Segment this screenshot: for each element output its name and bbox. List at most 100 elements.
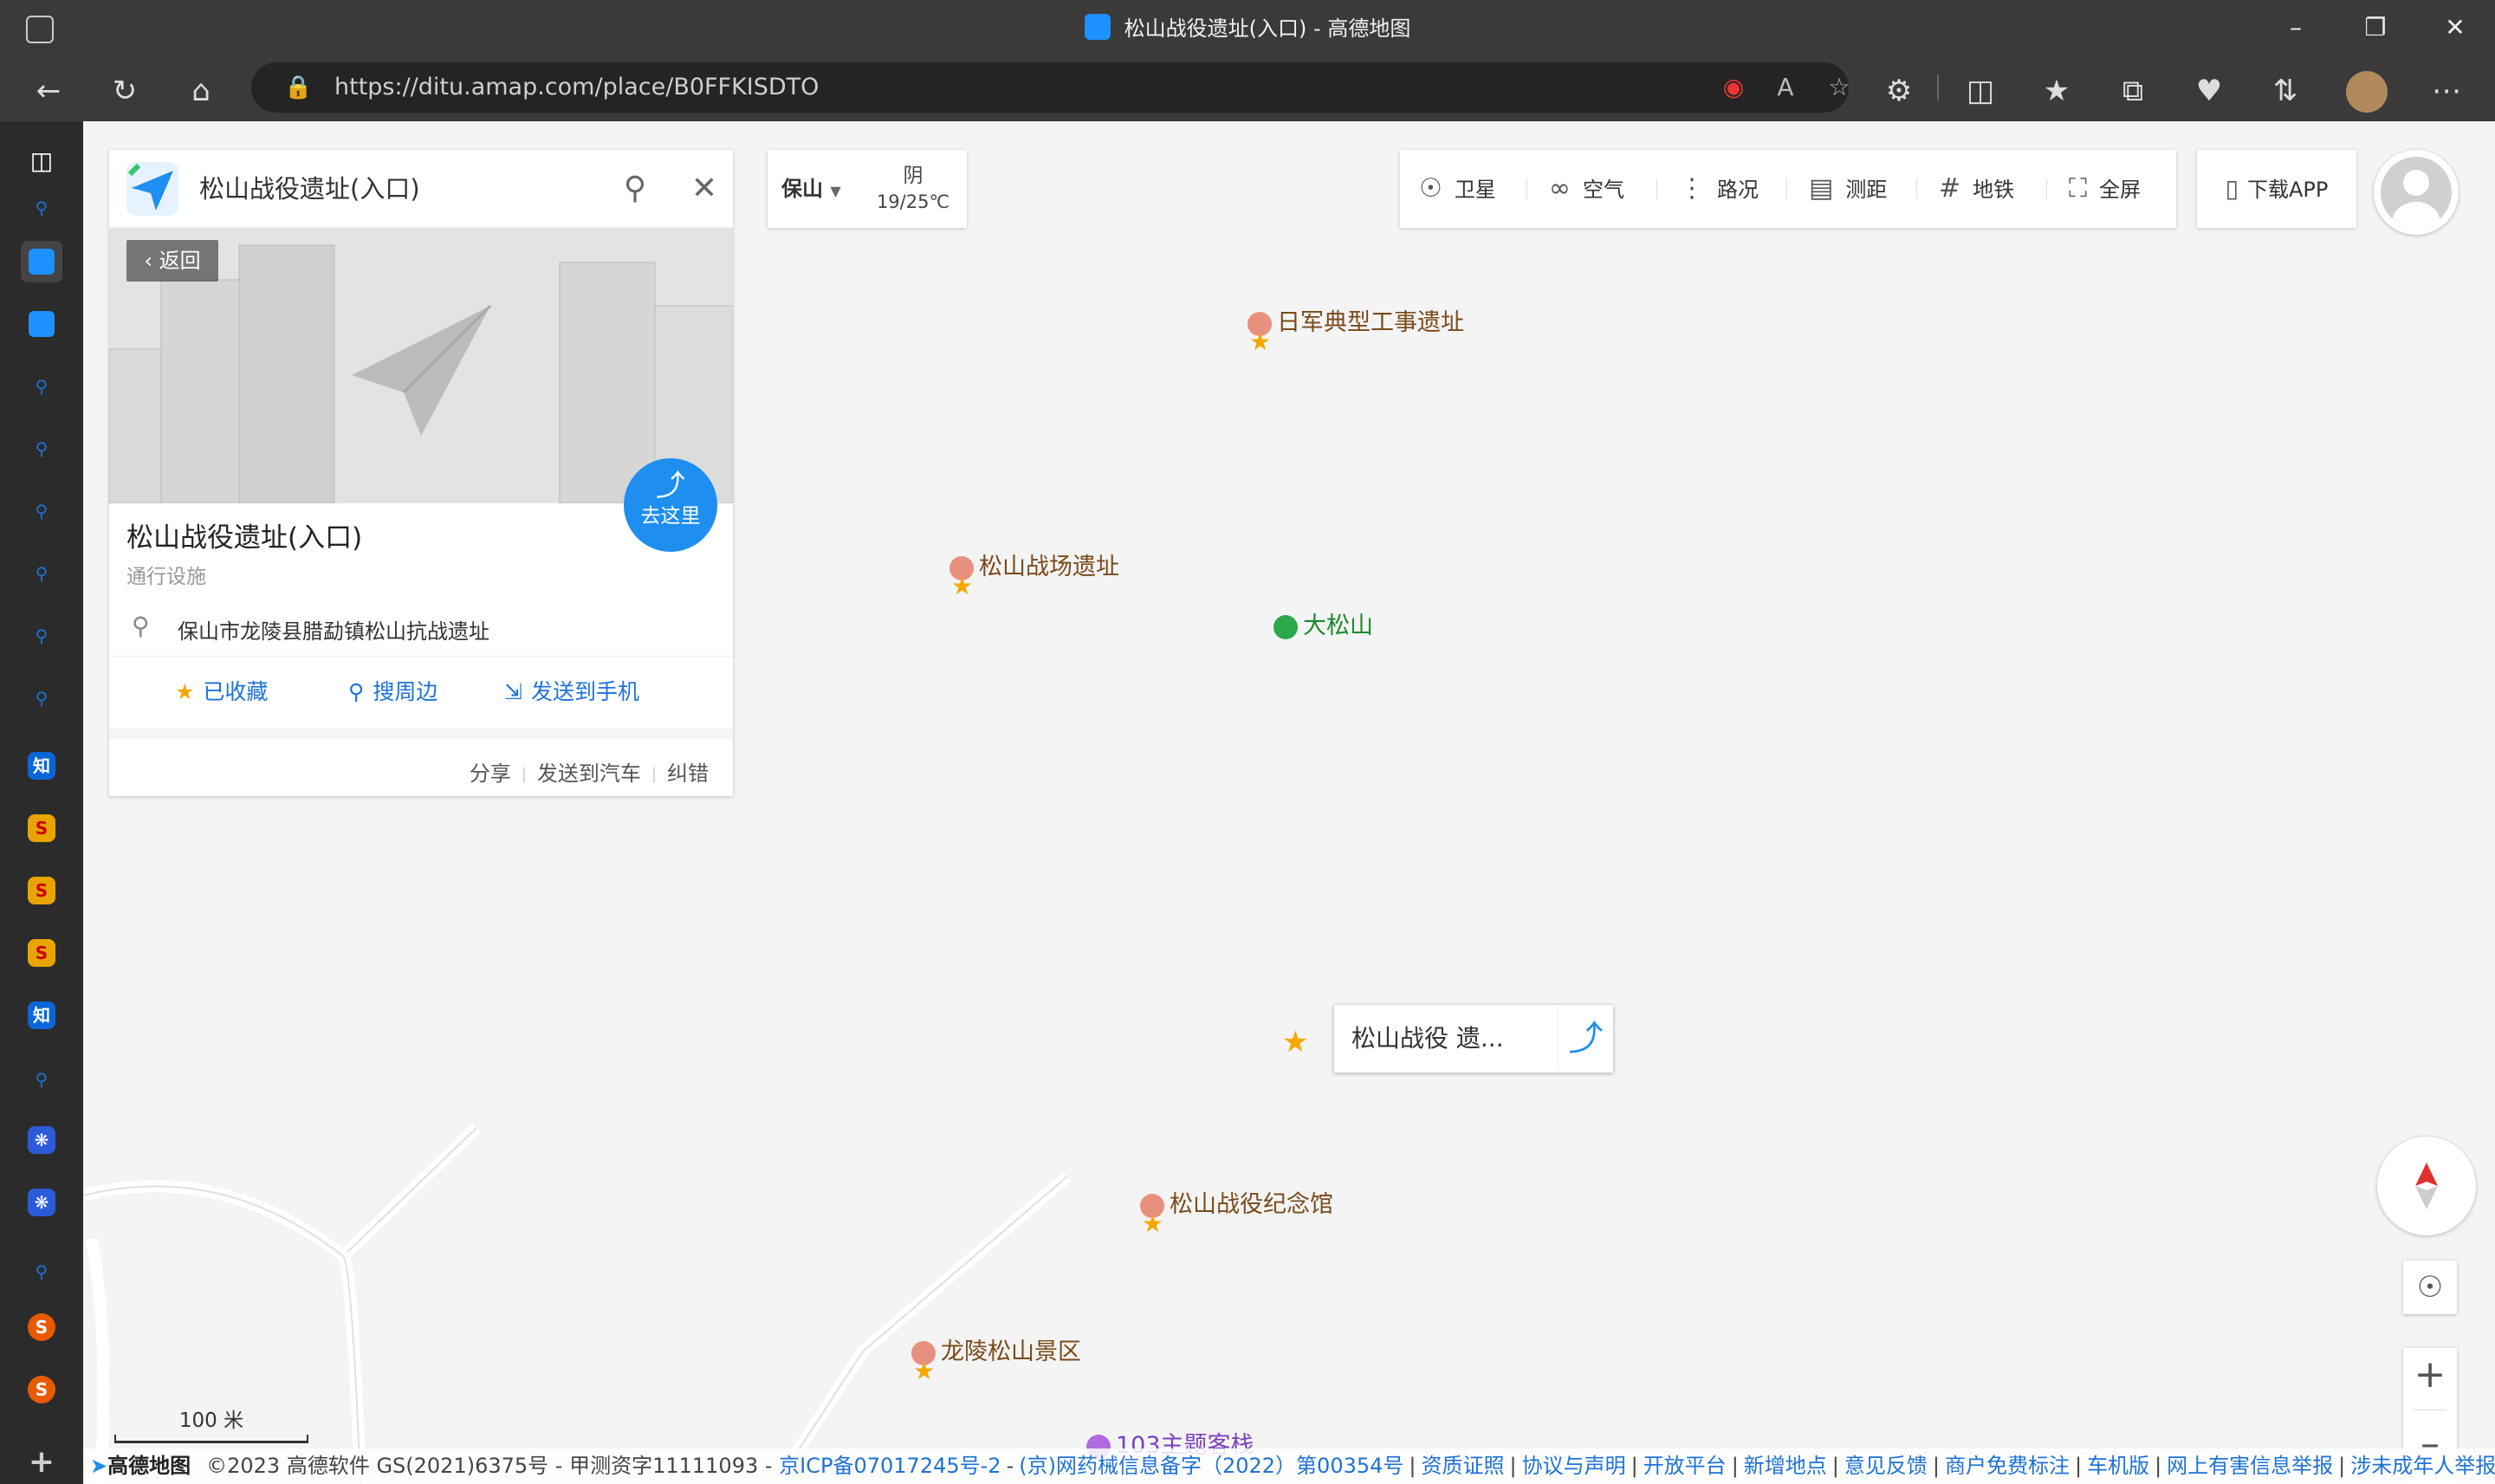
split-screen-icon[interactable]: ◫ — [1956, 68, 2005, 116]
url-text[interactable]: https://ditu.amap.com/place/B0FFKISDTO — [334, 62, 819, 113]
search-icon[interactable]: ⚲ — [33, 502, 50, 520]
subway-button[interactable]: # 地铁 — [1939, 150, 2014, 228]
extensions-icon[interactable]: ⚙ — [1875, 68, 1923, 116]
correct-error-link[interactable]: 纠错 — [667, 761, 709, 786]
weather-widget[interactable]: 保山 ▼ 阴 19/25℃ — [768, 150, 967, 228]
back-arrow-icon[interactable]: ← — [24, 68, 73, 116]
popup-label[interactable]: 松山战役 遗... — [1351, 1005, 1504, 1072]
satellite-button[interactable]: ☉ 卫星 — [1419, 150, 1496, 228]
route-arrow-icon[interactable]: ⤴ — [1558, 1005, 1613, 1072]
fullscreen-label: 全屏 — [2099, 178, 2141, 202]
search-icon[interactable]: ⚲ — [33, 565, 50, 582]
amap-logo-icon[interactable] — [126, 162, 178, 216]
poi-longling-songshan-scenic[interactable]: ★ 龙陵松山景区 — [911, 1332, 1081, 1385]
address-bar[interactable]: 🔒 https://ditu.amap.com/place/B0FFKISDTO… — [251, 62, 1850, 113]
home-icon[interactable]: ⌂ — [177, 68, 225, 116]
baidu-paw-icon[interactable]: ❋ — [28, 1126, 55, 1154]
read-aloud-icon[interactable]: A — [1767, 69, 1804, 106]
traffic-button[interactable]: ⋮ 路况 — [1679, 150, 1759, 228]
favorited-button[interactable]: ★ 已收藏 — [175, 675, 268, 706]
scenic-pin-icon: ★ — [1248, 311, 1272, 356]
sogou-s-icon[interactable]: S — [28, 877, 55, 904]
footer-link-feedback[interactable]: 意见反馈 — [1844, 1454, 1928, 1478]
compass-control[interactable] — [2377, 1137, 2476, 1235]
footer-link-car-version[interactable]: 车机版 — [2087, 1454, 2149, 1478]
sidebar-panel-icon[interactable]: ◫ — [21, 140, 62, 182]
amap-tab-icon[interactable] — [21, 241, 62, 282]
minimize-icon[interactable]: – — [2256, 0, 2336, 59]
footer-logo[interactable]: ➤高德地图 — [90, 1448, 191, 1484]
poi-japanese-fortification[interactable]: ★ 日军典型工事遗址 — [1248, 303, 1464, 356]
baidu-paw-icon[interactable]: ❋ — [28, 1189, 55, 1216]
go-here-label: 去这里 — [640, 505, 701, 528]
subway-label: 地铁 — [1973, 178, 2015, 202]
more-menu-icon[interactable]: ⋯ — [2422, 68, 2471, 116]
user-avatar[interactable] — [2374, 150, 2459, 235]
add-icon[interactable]: + — [21, 1442, 62, 1483]
selected-poi-star-icon[interactable]: ★ — [1282, 1025, 1308, 1060]
download-app-button[interactable]: ▯ 下载APP — [2197, 150, 2356, 228]
search-icon[interactable]: ⚲ — [33, 627, 50, 645]
profile-avatar[interactable] — [2346, 71, 2388, 113]
clear-icon[interactable]: ✕ — [684, 169, 724, 209]
footer-link-icp[interactable]: 京ICP备07017245号-2 — [779, 1454, 1001, 1478]
locate-me-button[interactable]: ☉ — [2403, 1260, 2457, 1314]
sogou-circle-icon[interactable]: S — [28, 1376, 55, 1403]
footer-link-agreement[interactable]: 协议与声明 — [1522, 1454, 1626, 1478]
footer-link-qualification[interactable]: 资质证照 — [1422, 1454, 1505, 1478]
footer-link-open-platform[interactable]: 开放平台 — [1643, 1454, 1727, 1478]
footer-link-minor-report[interactable]: 涉未成年人举报 — [2350, 1454, 2495, 1478]
poi-dasongshan[interactable]: 大松山 — [1273, 606, 1373, 640]
restore-icon[interactable]: ❐ — [2336, 0, 2415, 59]
search-icon[interactable]: ⚲ — [33, 440, 50, 457]
title-bar: 松山战役遗址(入口) - 高德地图 – ❐ ✕ — [0, 0, 2495, 59]
mountain-pin-icon — [1273, 614, 1298, 639]
fullscreen-button[interactable]: ⛶ 全屏 — [2069, 150, 2141, 228]
poi-detail-card: ‹ 返回 ⤴ 去这里 松山战役遗址(入口) 通行设施 ⚲ 保山市龙陵县腊勐镇松山… — [109, 228, 733, 796]
tracking-prevention-icon[interactable]: ◉ — [1715, 69, 1752, 106]
share-link[interactable]: 分享 — [470, 761, 511, 786]
search-input[interactable]: 松山战役遗址(入口) — [199, 150, 420, 228]
close-icon[interactable]: ✕ — [2415, 0, 2495, 59]
footer-link-merchant-label[interactable]: 商户免费标注 — [1945, 1454, 2070, 1478]
measure-button[interactable]: ▤ 测距 — [1809, 150, 1887, 228]
zhihu-icon[interactable]: 知 — [28, 752, 55, 780]
share-icon[interactable]: ⇅ — [2261, 68, 2310, 116]
footer-link-harmful-report[interactable]: 网上有害信息举报 — [2167, 1454, 2333, 1478]
search-icon[interactable]: ⚲ — [33, 690, 50, 707]
sogou-s-icon[interactable]: S — [28, 814, 55, 842]
go-here-button[interactable]: ⤴ 去这里 — [624, 458, 717, 552]
send-to-phone-button[interactable]: ⇲ 发送到手机 — [504, 675, 639, 706]
back-button[interactable]: ‹ 返回 — [126, 240, 218, 282]
search-icon[interactable]: ⚲ — [33, 199, 50, 217]
favorites-icon[interactable]: ★ — [2032, 68, 2081, 116]
search-icon[interactable]: ⚲ — [33, 1071, 50, 1088]
zoom-in-button[interactable]: + — [2403, 1348, 2457, 1402]
air-icon: ∞ — [1549, 173, 1571, 204]
search-icon[interactable]: ⚲ — [615, 169, 655, 209]
lock-icon[interactable]: 🔒 — [284, 75, 312, 100]
sogou-s-icon[interactable]: S — [28, 939, 55, 967]
search-icon[interactable]: ⚲ — [33, 1263, 50, 1280]
refresh-icon[interactable]: ↻ — [100, 68, 149, 116]
zhihu-icon[interactable]: 知 — [28, 1001, 55, 1029]
search-icon[interactable]: ⚲ — [33, 378, 50, 395]
map-toolbar: ☉ 卫星 ∞ 空气 ⋮ 路况 ▤ 测距 # 地铁 ⛶ 全屏 — [1400, 150, 2176, 228]
sogou-circle-icon[interactable]: S — [28, 1313, 55, 1341]
footer-link-drug-info[interactable]: (京)网药械信息备字（2022）第00354号 — [1019, 1454, 1403, 1478]
search-nearby-button[interactable]: ⚲ 搜周边 — [348, 675, 437, 706]
collections-icon[interactable]: ⧉ — [2109, 68, 2157, 116]
air-quality-button[interactable]: ∞ 空气 — [1549, 150, 1624, 228]
poi-memorial-hall[interactable]: ★ 松山战役纪念馆 — [1140, 1185, 1333, 1238]
selected-poi-popup[interactable]: 松山战役 遗... ⤴ — [1334, 1005, 1613, 1072]
subway-icon: # — [1939, 173, 1961, 204]
send-to-car-link[interactable]: 发送到汽车 — [537, 761, 641, 786]
city-selector[interactable]: 保山 ▼ — [781, 150, 841, 230]
browser-essentials-icon[interactable]: ♥ — [2185, 68, 2233, 116]
poi-photo[interactable]: ‹ 返回 — [109, 228, 733, 503]
footer-link-add-place[interactable]: 新增地点 — [1744, 1454, 1827, 1478]
footer-brand: 高德地图 — [107, 1454, 191, 1478]
amap-tab-icon-2[interactable] — [21, 303, 62, 345]
favorite-star-icon[interactable]: ☆ — [1821, 69, 1857, 106]
poi-battlefield-ruins[interactable]: ★ 松山战场遗址 — [949, 548, 1119, 600]
